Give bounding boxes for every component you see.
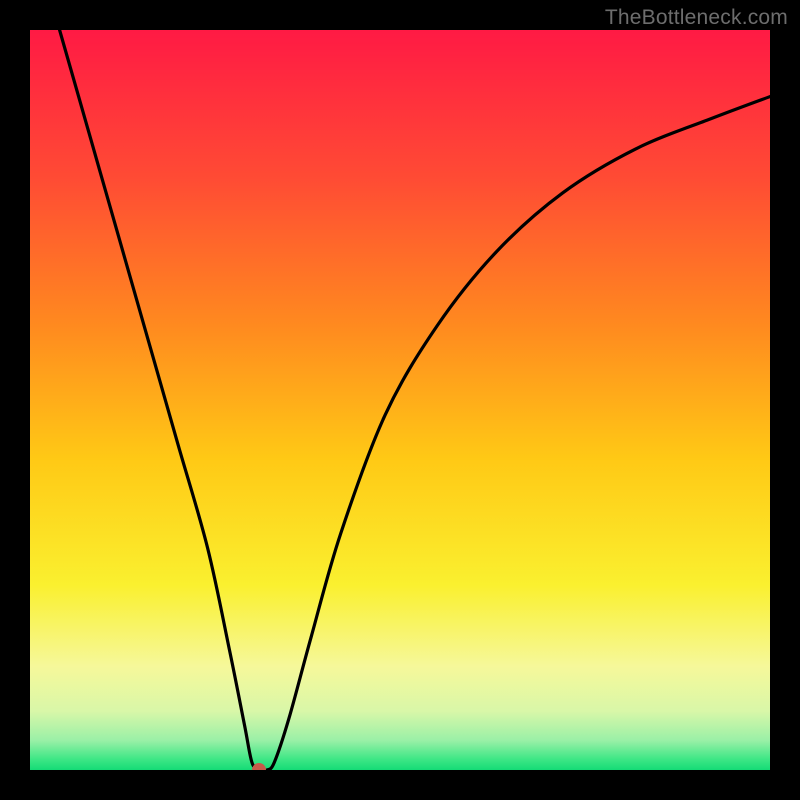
plot-area [30,30,770,770]
bottleneck-curve [30,30,770,770]
watermark-text: TheBottleneck.com [605,6,788,30]
chart-frame: TheBottleneck.com [0,0,800,800]
